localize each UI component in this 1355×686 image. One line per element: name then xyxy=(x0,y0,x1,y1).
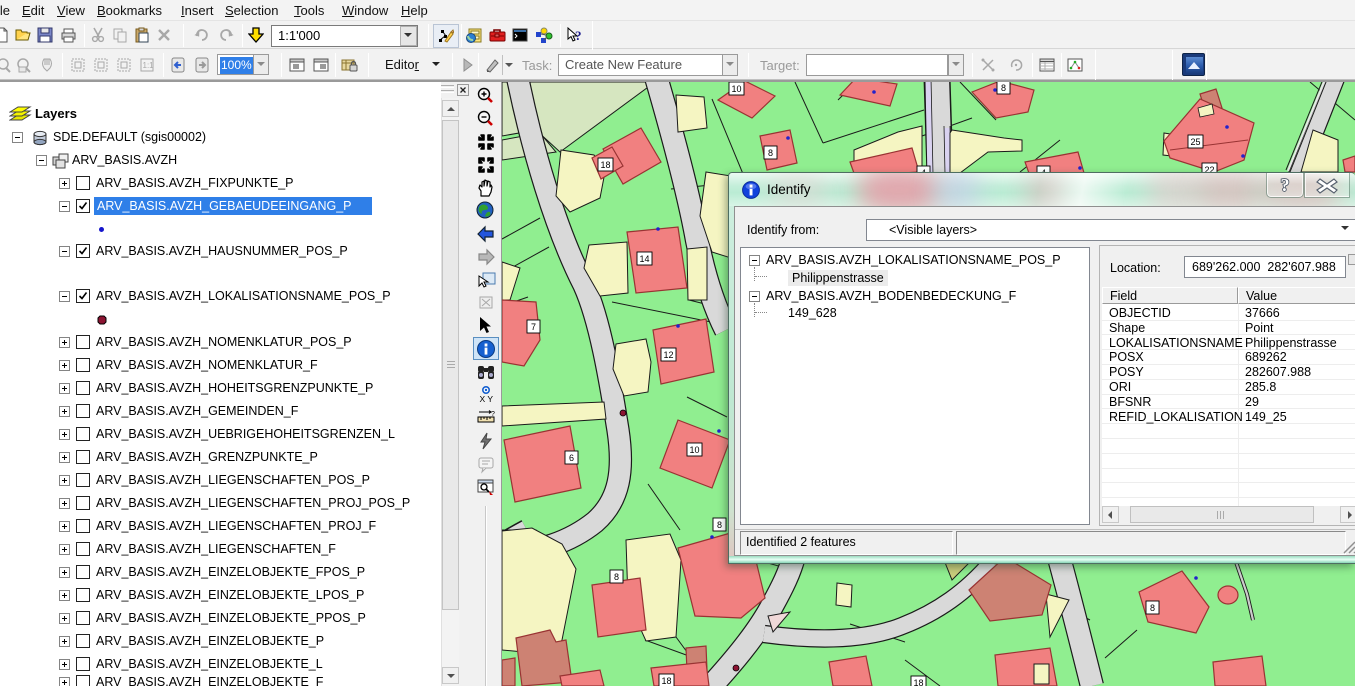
svg-text:?: ? xyxy=(575,28,582,43)
svg-text:18: 18 xyxy=(913,678,923,686)
svg-text:X Y: X Y xyxy=(480,394,494,404)
svg-text:?: ? xyxy=(491,411,495,418)
svg-text:14: 14 xyxy=(639,254,649,264)
svg-text:18: 18 xyxy=(661,676,671,686)
svg-text:8: 8 xyxy=(1001,83,1006,93)
svg-text:25: 25 xyxy=(1190,137,1200,147)
svg-text:18: 18 xyxy=(600,160,610,170)
svg-text:8: 8 xyxy=(768,148,773,158)
svg-text:12: 12 xyxy=(663,350,673,360)
svg-text:8: 8 xyxy=(1150,603,1155,613)
svg-text:10: 10 xyxy=(731,84,741,94)
svg-text:6: 6 xyxy=(569,453,574,463)
svg-text:?: ? xyxy=(1281,175,1290,195)
svg-text:7: 7 xyxy=(531,322,536,332)
svg-text:8: 8 xyxy=(614,572,619,582)
svg-text:8: 8 xyxy=(717,520,722,530)
svg-text:10: 10 xyxy=(689,445,699,455)
svg-text:1:1: 1:1 xyxy=(143,61,155,70)
